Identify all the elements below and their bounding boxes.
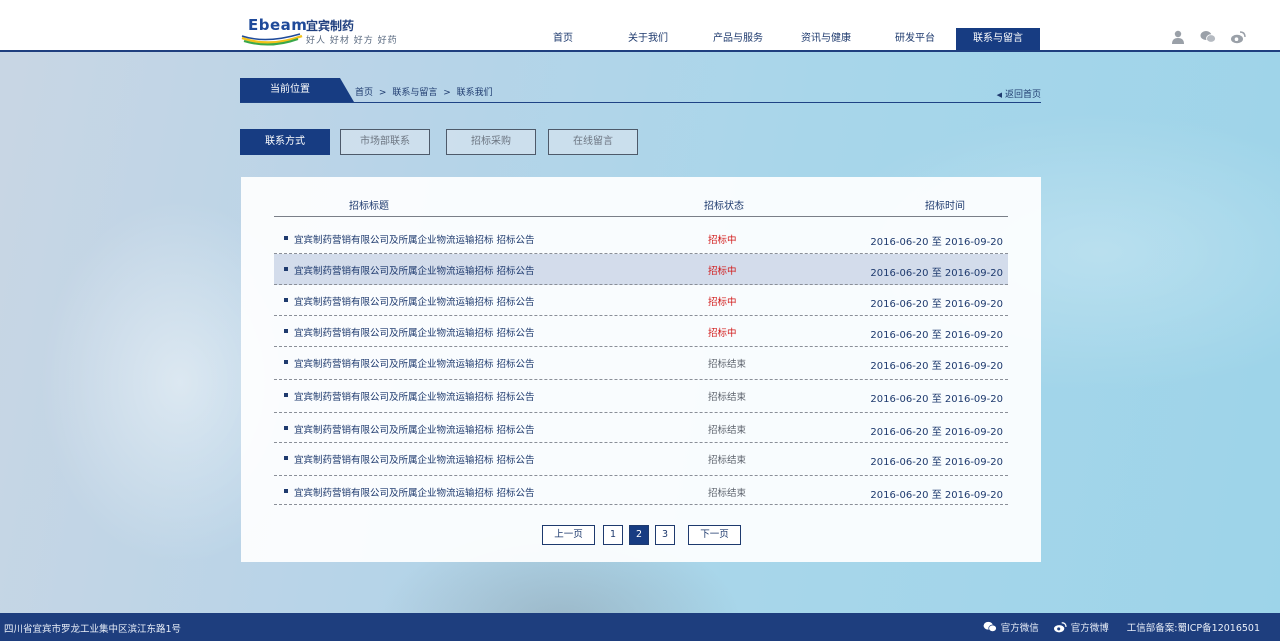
row-status: 招标中: [708, 266, 737, 277]
page-2-button[interactable]: 2: [629, 525, 649, 545]
header-time: 招标时间: [925, 201, 965, 212]
row-time: 2016-06-20 至 2016-09-20: [870, 394, 1003, 405]
row-time: 2016-06-20 至 2016-09-20: [870, 490, 1003, 501]
nav-news[interactable]: 资讯与健康: [778, 28, 874, 50]
caret-left-icon: ◀: [996, 91, 1002, 99]
breadcrumb: 首页 > 联系与留言 > 联系我们: [355, 85, 496, 98]
footer-wechat-link[interactable]: 官方微信: [1001, 620, 1039, 634]
footer-address: 四川省宜宾市罗龙工业集中区滨江东路1号: [4, 624, 182, 635]
row-title-link[interactable]: 宜宾制药营销有限公司及所属企业物流运输招标 招标公告: [294, 422, 535, 436]
row-time: 2016-06-20 至 2016-09-20: [870, 427, 1003, 438]
main-nav: 首页 关于我们 产品与服务 资讯与健康 研发平台 联系与留言: [528, 28, 1040, 50]
breadcrumb-current: 联系我们: [456, 88, 493, 98]
site-footer: 四川省宜宾市罗龙工业集中区滨江东路1号 官方微信 官方微博 工信部备案:蜀ICP…: [0, 613, 1280, 641]
bullet-icon: [284, 456, 288, 460]
table-row[interactable]: 宜宾制药营销有限公司及所属企业物流运输招标 招标公告 招标结束 2016-06-20…: [274, 380, 1008, 413]
weibo-icon: [1053, 622, 1067, 633]
row-status: 招标结束: [708, 359, 747, 370]
row-time: 2016-06-20 至 2016-09-20: [870, 237, 1003, 248]
row-title-link[interactable]: 宜宾制药营销有限公司及所属企业物流运输招标 招标公告: [294, 485, 535, 499]
table-row[interactable]: 宜宾制药营销有限公司及所属企业物流运输招标 招标公告 招标中 2016-06-20 …: [274, 223, 1008, 254]
table-row[interactable]: 宜宾制药营销有限公司及所属企业物流运输招标 招标公告 招标结束 2016-06-20…: [274, 347, 1008, 380]
bullet-icon: [284, 298, 288, 302]
row-status: 招标中: [708, 328, 737, 339]
breadcrumb-label: 当前位置: [240, 78, 354, 102]
row-title-link[interactable]: 宜宾制药营销有限公司及所属企业物流运输招标 招标公告: [294, 294, 535, 308]
bullet-icon: [284, 267, 288, 271]
row-title-link[interactable]: 宜宾制药营销有限公司及所属企业物流运输招标 招标公告: [294, 232, 535, 246]
breadcrumb-home[interactable]: 首页: [355, 88, 373, 98]
table-row[interactable]: 宜宾制药营销有限公司及所属企业物流运输招标 招标公告 招标中 2016-06-20 …: [274, 316, 1008, 347]
row-time: 2016-06-20 至 2016-09-20: [870, 330, 1003, 341]
site-logo[interactable]: Ebeam 宜宾制药 好人 好材 好方 好药: [240, 12, 410, 46]
pagination: 上一页 1 2 3 下一页: [542, 525, 747, 545]
bullet-icon: [284, 393, 288, 397]
row-time: 2016-06-20 至 2016-09-20: [870, 457, 1003, 468]
prev-page-button[interactable]: 上一页: [542, 525, 595, 545]
breadcrumb-bar: 当前位置 首页 > 联系与留言 > 联系我们 ◀ 返回首页: [240, 78, 1041, 103]
tab-marketing[interactable]: 市场部联系: [340, 129, 430, 155]
tab-online-message[interactable]: 在线留言: [548, 129, 638, 155]
nav-home[interactable]: 首页: [528, 28, 598, 50]
table-row[interactable]: 宜宾制药营销有限公司及所属企业物流运输招标 招标公告 招标结束 2016-06-20…: [274, 413, 1008, 443]
row-title-link[interactable]: 宜宾制药营销有限公司及所属企业物流运输招标 招标公告: [294, 452, 535, 466]
weibo-icon[interactable]: [1230, 30, 1246, 44]
user-icon[interactable]: [1170, 30, 1186, 44]
bullet-icon: [284, 426, 288, 430]
bullet-icon: [284, 489, 288, 493]
page-1-button[interactable]: 1: [603, 525, 623, 545]
wechat-icon: [983, 621, 997, 632]
breadcrumb-separator: >: [443, 88, 451, 98]
tender-panel: 招标标题 招标状态 招标时间 宜宾制药营销有限公司及所属企业物流运输招标 招标公…: [241, 177, 1041, 562]
tender-list: 宜宾制药营销有限公司及所属企业物流运输招标 招标公告 招标中 2016-06-20 …: [274, 223, 1008, 505]
tab-tender[interactable]: 招标采购: [446, 129, 536, 155]
bullet-icon: [284, 360, 288, 364]
tab-contact-info[interactable]: 联系方式: [240, 129, 330, 155]
footer-weibo-link[interactable]: 官方微博: [1071, 620, 1109, 634]
table-row[interactable]: 宜宾制药营销有限公司及所属企业物流运输招标 招标公告 招标中 2016-06-20 …: [274, 285, 1008, 316]
page-3-button[interactable]: 3: [655, 525, 675, 545]
row-status: 招标中: [708, 297, 737, 308]
row-title-link[interactable]: 宜宾制药营销有限公司及所属企业物流运输招标 招标公告: [294, 325, 535, 339]
header-status: 招标状态: [704, 201, 744, 212]
row-title-link[interactable]: 宜宾制药营销有限公司及所属企业物流运输招标 招标公告: [294, 389, 535, 403]
wechat-icon[interactable]: [1200, 30, 1216, 44]
logo-swoosh-icon: [241, 33, 303, 46]
row-status: 招标中: [708, 235, 737, 246]
row-status: 招标结束: [708, 425, 747, 436]
site-header: Ebeam 宜宾制药 好人 好材 好方 好药 首页 关于我们 产品与服务 资讯与…: [0, 0, 1280, 52]
table-row[interactable]: 宜宾制药营销有限公司及所属企业物流运输招标 招标公告 招标中 2016-06-20 …: [274, 254, 1008, 285]
breadcrumb-separator: >: [378, 88, 387, 98]
table-header: 招标标题 招标状态 招标时间: [274, 195, 1008, 217]
logo-chinese: 宜宾制药: [306, 19, 355, 33]
bullet-icon: [284, 329, 288, 333]
row-time: 2016-06-20 至 2016-09-20: [870, 299, 1003, 310]
back-home-label: 返回首页: [1004, 90, 1041, 100]
table-row[interactable]: 宜宾制药营销有限公司及所属企业物流运输招标 招标公告 招标结束 2016-06-20…: [274, 443, 1008, 476]
logo-slogan: 好人 好材 好方 好药: [306, 36, 398, 46]
table-row[interactable]: 宜宾制药营销有限公司及所属企业物流运输招标 招标公告 招标结束 2016-06-20…: [274, 476, 1008, 505]
row-status: 招标结束: [708, 392, 747, 403]
row-status: 招标结束: [708, 455, 747, 466]
row-time: 2016-06-20 至 2016-09-20: [870, 268, 1003, 279]
nav-contact[interactable]: 联系与留言: [956, 28, 1040, 50]
nav-research[interactable]: 研发平台: [874, 28, 956, 50]
row-status: 招标结束: [708, 488, 747, 499]
header-title: 招标标题: [349, 201, 389, 212]
back-home-link[interactable]: ◀ 返回首页: [997, 87, 1041, 100]
footer-icp: 工信部备案:蜀ICP备12016501: [1126, 623, 1260, 634]
bullet-icon: [284, 236, 288, 240]
next-page-button[interactable]: 下一页: [688, 525, 741, 545]
row-title-link[interactable]: 宜宾制药营销有限公司及所属企业物流运输招标 招标公告: [294, 263, 535, 277]
breadcrumb-contact-section[interactable]: 联系与留言: [392, 88, 437, 98]
sub-tabs: 联系方式 市场部联系 招标采购 在线留言: [240, 129, 648, 155]
nav-about[interactable]: 关于我们: [598, 28, 698, 50]
footer-links: 官方微信 官方微博 工信部备案:蜀ICP备12016501: [973, 620, 1260, 634]
header-icons: [1170, 30, 1246, 44]
row-time: 2016-06-20 至 2016-09-20: [870, 361, 1003, 372]
nav-products[interactable]: 产品与服务: [698, 28, 778, 50]
row-title-link[interactable]: 宜宾制药营销有限公司及所属企业物流运输招标 招标公告: [294, 356, 535, 370]
